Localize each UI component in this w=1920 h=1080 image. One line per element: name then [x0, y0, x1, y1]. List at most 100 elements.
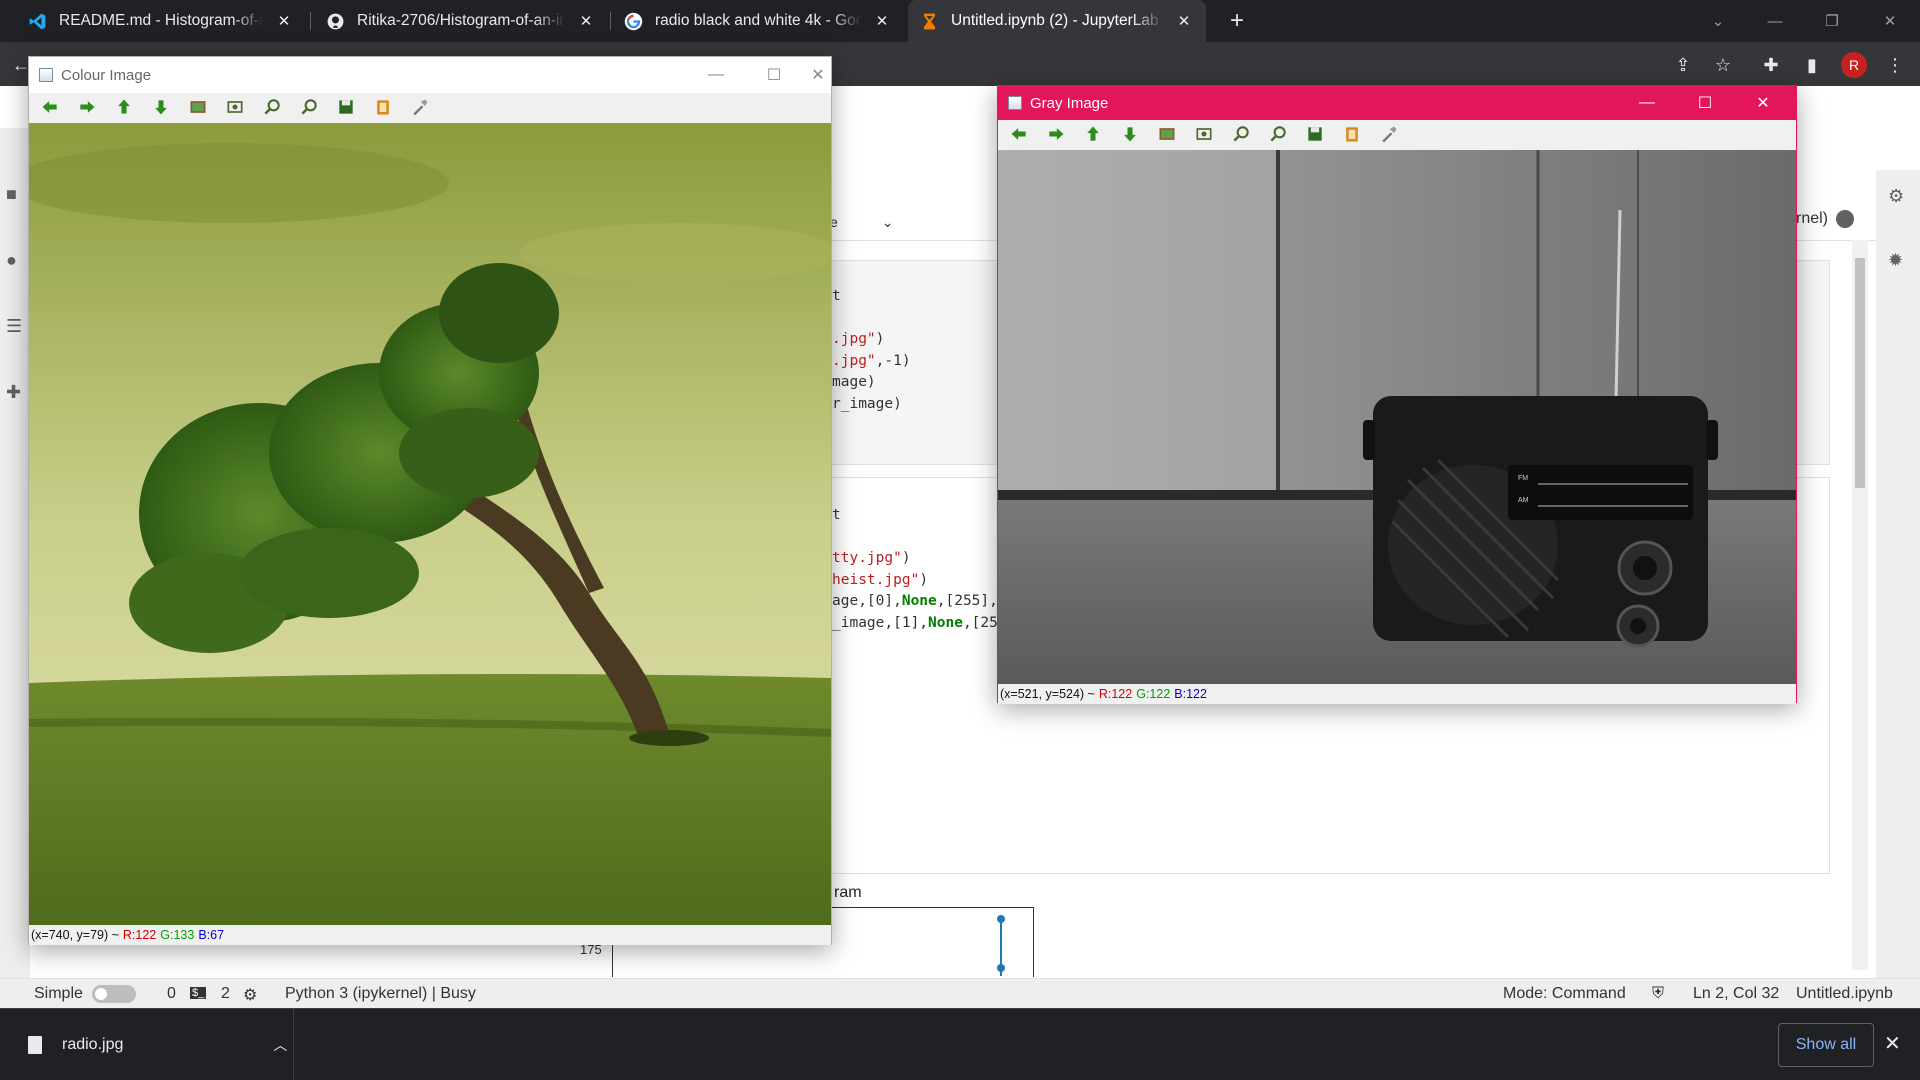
code-cell-1-source[interactable]: t .jpg") .jpg",-1) mage) r_image): [832, 286, 911, 415]
show-all-button[interactable]: Show all: [1778, 1023, 1874, 1067]
download-file-name: radio.jpg: [62, 1036, 124, 1053]
image-icon[interactable]: [1154, 122, 1180, 146]
cell-type-select[interactable]: e ⌄: [830, 208, 930, 236]
pixel-green: G:122: [1136, 687, 1171, 701]
arrow-left-icon[interactable]: [1006, 122, 1032, 146]
zoom-fit-icon[interactable]: [222, 95, 248, 119]
colour-image-window[interactable]: Colour Image — ☐ ✕ (x=740, y=79) ~ R:122…: [28, 56, 832, 945]
code-cell-2-source[interactable]: t tty.jpg") heist.jpg") age,[0],None,[255],…: [832, 505, 998, 634]
kernel-count[interactable]: 2: [221, 985, 230, 1003]
code-line: mage): [832, 374, 876, 390]
code-line: .jpg",-1): [832, 352, 911, 369]
chevron-down-icon: ⌄: [881, 213, 894, 230]
tab-search-icon[interactable]: ⌄: [1690, 0, 1746, 42]
close-icon[interactable]: ✕: [274, 12, 294, 30]
zoom-in-icon[interactable]: [1228, 122, 1254, 146]
close-window-icon[interactable]: ✕: [1862, 0, 1918, 42]
new-tab-button[interactable]: +: [1222, 6, 1252, 36]
pixel-red: R:122: [122, 928, 157, 942]
tab-separator: [610, 12, 611, 30]
arrow-right-icon[interactable]: [1043, 122, 1069, 146]
maximize-icon[interactable]: ☐: [1676, 86, 1734, 120]
kernel-indicator[interactable]: rnel): [1796, 210, 1855, 228]
scrollbar-thumb[interactable]: [1855, 258, 1865, 488]
status-bar: Simple 0 $_ 2 ⚙ Python 3 (ipykernel) | B…: [0, 978, 1920, 1008]
left-sidebar: ■ ● ☰ ✚: [0, 128, 30, 978]
save-icon[interactable]: [333, 95, 359, 119]
toc-icon[interactable]: ☰: [6, 316, 28, 338]
copy-icon[interactable]: [1339, 122, 1365, 146]
minimize-icon[interactable]: —: [687, 57, 745, 93]
kernel-status-icon: [1836, 210, 1855, 228]
cursor-position[interactable]: Ln 2, Col 32: [1693, 985, 1779, 1003]
close-icon[interactable]: ✕: [1734, 86, 1792, 120]
extension-puzzle-icon[interactable]: ✚: [6, 382, 28, 404]
arrow-right-icon[interactable]: [74, 95, 100, 119]
extensions-icon[interactable]: ✚: [1756, 50, 1786, 80]
folder-icon[interactable]: ■: [6, 184, 28, 206]
arrow-down-icon[interactable]: [148, 95, 174, 119]
kernel-status[interactable]: Python 3 (ipykernel) | Busy: [285, 985, 476, 1003]
tab-google-search[interactable]: radio black and white 4k - Google Search…: [612, 0, 904, 42]
bookmark-star-icon[interactable]: ☆: [1708, 50, 1738, 80]
image-icon[interactable]: [185, 95, 211, 119]
tab-github[interactable]: Ritika-2706/Histogram-of-an-image ✕: [314, 0, 608, 42]
properties-icon[interactable]: [407, 95, 433, 119]
close-icon[interactable]: ✕: [872, 12, 892, 30]
tree-photo[interactable]: [29, 123, 831, 925]
side-panel-icon[interactable]: ▮: [1797, 50, 1827, 80]
arrow-up-icon[interactable]: [1080, 122, 1106, 146]
terminal-count[interactable]: 0: [167, 985, 176, 1003]
zoom-fit-icon[interactable]: [1191, 122, 1217, 146]
tab-jupyterlab[interactable]: Untitled.ipynb (2) - JupyterLab ✕: [908, 0, 1206, 42]
svg-text:FM: FM: [1518, 475, 1528, 482]
code-line: heist.jpg"): [832, 571, 929, 588]
zoom-in-icon[interactable]: [259, 95, 285, 119]
arrow-left-icon[interactable]: [37, 95, 63, 119]
window-title: Gray Image: [1030, 94, 1109, 112]
simple-mode-toggle[interactable]: [92, 985, 136, 1003]
close-icon[interactable]: ✕: [576, 12, 596, 30]
vscode-icon: [28, 12, 47, 31]
close-icon[interactable]: ✕: [1174, 12, 1194, 30]
minimize-icon[interactable]: —: [1618, 86, 1676, 120]
window-icon: [1008, 96, 1022, 110]
chevron-up-icon[interactable]: ︿: [273, 1035, 287, 1055]
debugger-icon[interactable]: ✹: [1888, 250, 1910, 272]
properties-icon[interactable]: [1376, 122, 1402, 146]
kernel-label: rnel): [1796, 210, 1829, 227]
running-icon[interactable]: ●: [6, 250, 28, 272]
menu-icon[interactable]: ⋮: [1880, 50, 1910, 80]
histogram-point: [997, 964, 1005, 972]
minimize-icon[interactable]: —: [1747, 0, 1803, 42]
file-icon: [28, 1036, 42, 1054]
gray-image-window[interactable]: Gray Image — ☐ ✕ FM AM (x=521, y=524) ~ …: [997, 85, 1797, 704]
arrow-down-icon[interactable]: [1117, 122, 1143, 146]
zoom-out-icon[interactable]: [296, 95, 322, 119]
radio-photo[interactable]: FM AM: [998, 150, 1796, 684]
tab-readme[interactable]: README.md - Histogram-of-an-image ✕: [16, 0, 306, 42]
close-icon[interactable]: ✕: [1884, 1031, 1901, 1056]
file-name: Untitled.ipynb: [1796, 985, 1893, 1002]
save-icon[interactable]: [1302, 122, 1328, 146]
share-icon[interactable]: ⇪: [1668, 50, 1698, 80]
property-inspector-icon[interactable]: ⚙: [1888, 186, 1910, 208]
code-line: age,[0],None,[255],: [832, 593, 998, 609]
histogram-point: [997, 915, 1005, 923]
image-toolbar: [998, 120, 1796, 148]
copy-icon[interactable]: [370, 95, 396, 119]
pixel-coords: (x=521, y=524) ~: [1000, 687, 1095, 701]
pixel-coords: (x=740, y=79) ~: [31, 928, 119, 942]
close-icon[interactable]: ✕: [803, 57, 833, 93]
restore-icon[interactable]: ❐: [1804, 0, 1860, 42]
maximize-icon[interactable]: ☐: [745, 57, 803, 93]
download-item[interactable]: radio.jpg ︿: [0, 1009, 294, 1080]
zoom-out-icon[interactable]: [1265, 122, 1291, 146]
tab-title: Untitled.ipynb (2) - JupyterLab: [951, 12, 1159, 29]
gear-icon[interactable]: ⚙: [243, 985, 257, 1005]
code-line: .jpg"): [832, 331, 885, 347]
profile-avatar[interactable]: R: [1841, 52, 1867, 78]
arrow-up-icon[interactable]: [111, 95, 137, 119]
